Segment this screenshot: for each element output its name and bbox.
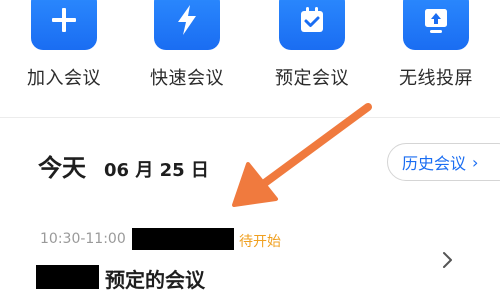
join-meeting-label: 加入会议 [27, 68, 101, 89]
calendar-check-icon[interactable] [279, 0, 345, 50]
meeting-title: 预定的会议 [105, 268, 205, 292]
today-label: 今天 [38, 154, 86, 182]
redacted-block [132, 228, 234, 250]
redacted-block [36, 265, 99, 289]
section-divider [0, 117, 500, 118]
quick-meeting-action[interactable]: 快速会议 [137, 0, 237, 100]
meeting-status-badge: 待开始 [239, 234, 281, 250]
plus-icon[interactable] [31, 0, 97, 50]
chevron-right-icon: › [472, 152, 479, 172]
join-meeting-action[interactable]: 加入会议 [14, 0, 114, 100]
date-label: 06 月 25 日 [104, 160, 209, 181]
lightning-icon[interactable] [154, 0, 220, 50]
wireless-cast-label: 无线投屏 [399, 68, 473, 89]
history-meetings-label: 历史会议 [402, 154, 467, 173]
chevron-right-icon[interactable] [438, 248, 458, 272]
schedule-meeting-action[interactable]: 预定会议 [262, 0, 362, 100]
quick-actions-bar: 加入会议 快速会议 预定会议 无线投屏 [0, 0, 500, 105]
history-meetings-button[interactable]: 历史会议 › [387, 143, 500, 181]
schedule-meeting-label: 预定会议 [275, 68, 349, 89]
screen-cast-icon[interactable] [403, 0, 469, 50]
meeting-app-screen: 加入会议 快速会议 预定会议 无线投屏 今天 06 月 25 日 历史会议 › … [0, 0, 500, 300]
wireless-cast-action[interactable]: 无线投屏 [386, 0, 486, 100]
meeting-time: 10:30-11:00 [40, 231, 126, 247]
quick-meeting-label: 快速会议 [150, 68, 224, 89]
schedule-date-header: 今天 06 月 25 日 [38, 148, 209, 182]
